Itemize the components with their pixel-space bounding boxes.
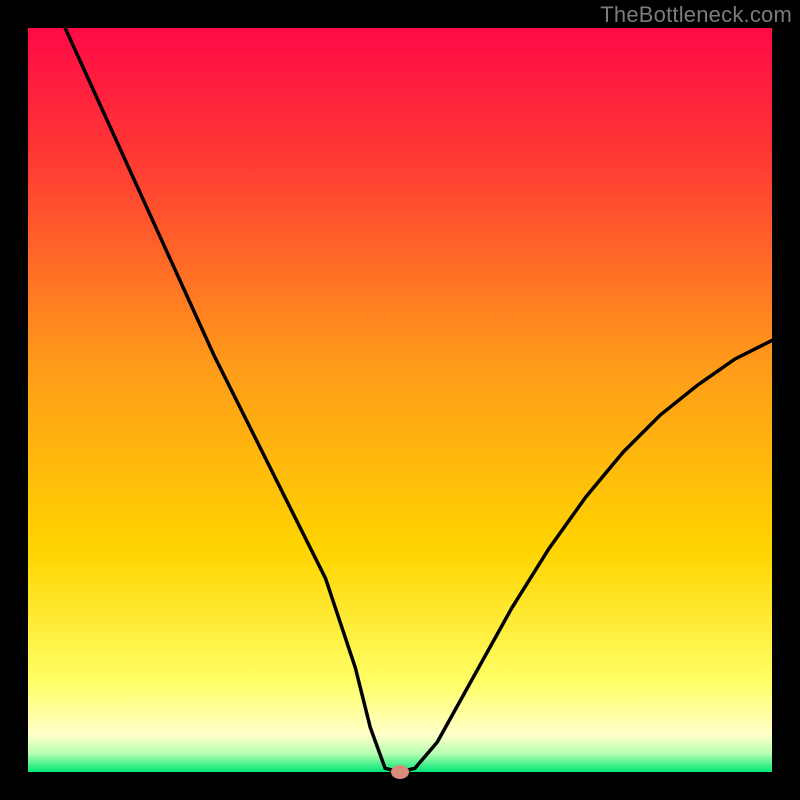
watermark-text: TheBottleneck.com	[600, 2, 792, 28]
chart-stage: TheBottleneck.com	[0, 0, 800, 800]
bottleneck-chart	[0, 0, 800, 800]
gradient-background	[28, 28, 772, 772]
minimum-marker	[391, 765, 409, 779]
